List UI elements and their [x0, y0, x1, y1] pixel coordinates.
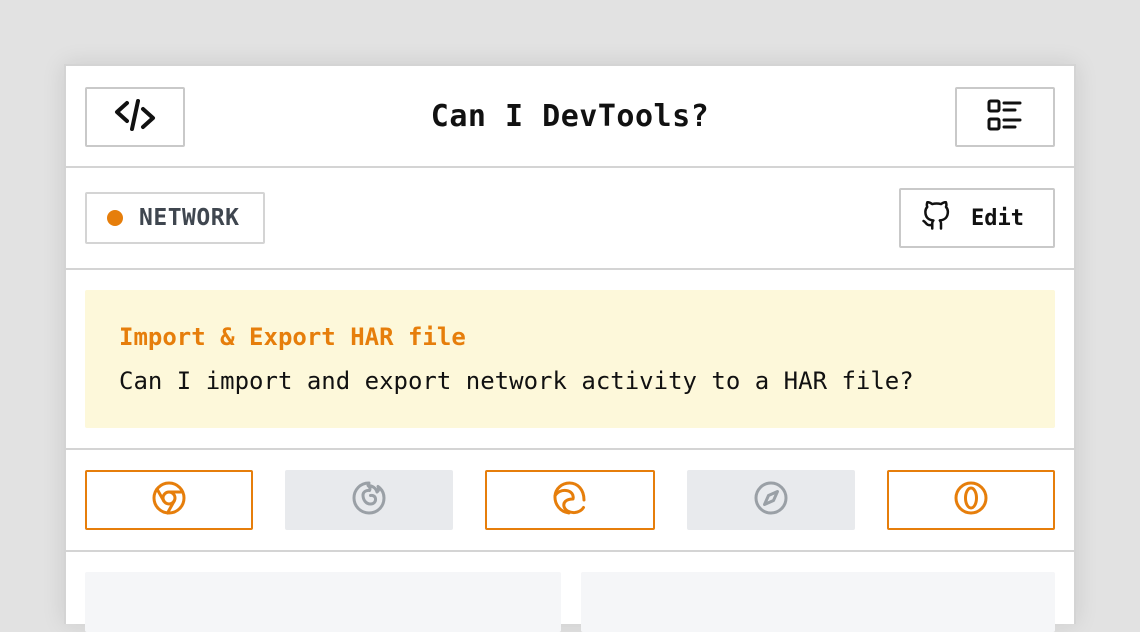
- browser-support-row: [66, 450, 1074, 552]
- list-menu-icon: [987, 99, 1023, 135]
- feature-section: Import & Export HAR file Can I import an…: [66, 270, 1074, 450]
- feature-card: Can I DevTools? NETWORK Edit Import & Ex…: [64, 64, 1076, 632]
- chrome-icon: [151, 480, 187, 520]
- safari-icon: [753, 480, 789, 520]
- category-dot: [107, 210, 123, 226]
- app-header: Can I DevTools?: [66, 66, 1074, 168]
- feature-description: Can I import and export network activity…: [119, 367, 914, 395]
- page-title: Can I DevTools?: [430, 99, 710, 134]
- github-icon: [921, 200, 951, 235]
- category-badge[interactable]: NETWORK: [85, 192, 265, 244]
- browser-chrome[interactable]: [85, 470, 253, 530]
- menu-button[interactable]: [955, 87, 1055, 147]
- category-label: NETWORK: [139, 205, 240, 231]
- feature-box: Import & Export HAR file Can I import an…: [85, 290, 1055, 428]
- edge-icon: [552, 480, 588, 520]
- browser-safari[interactable]: [687, 470, 855, 530]
- browser-opera[interactable]: [887, 470, 1055, 530]
- detail-panel-right: [581, 572, 1055, 632]
- feature-title: Import & Export HAR file: [119, 323, 466, 351]
- edit-button[interactable]: Edit: [899, 188, 1055, 248]
- browser-edge[interactable]: [485, 470, 655, 530]
- edit-label: Edit: [971, 205, 1024, 231]
- browser-firefox[interactable]: [285, 470, 453, 530]
- firefox-icon: [351, 480, 387, 520]
- opera-icon: [953, 480, 989, 520]
- detail-panel-left: [85, 572, 561, 632]
- meta-row: NETWORK Edit: [66, 168, 1074, 270]
